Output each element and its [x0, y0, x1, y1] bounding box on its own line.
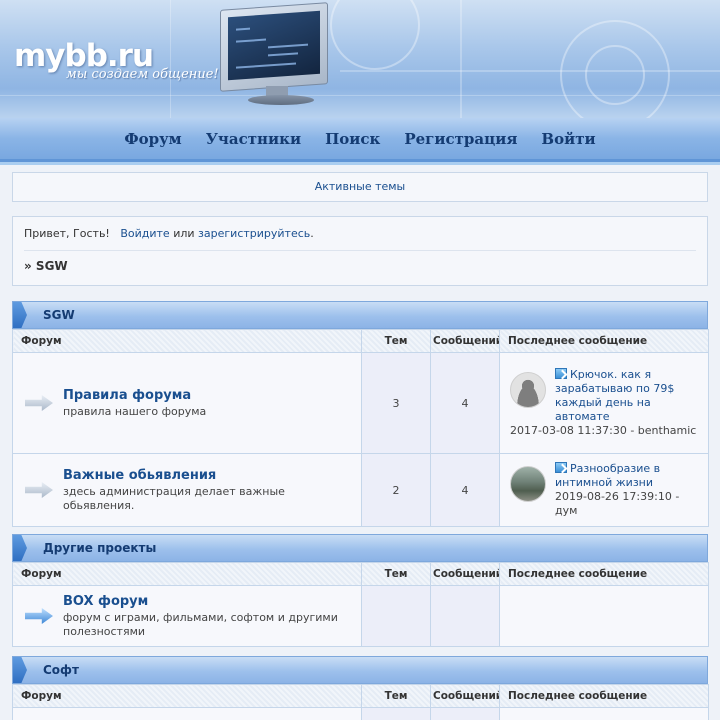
site-slogan: мы создаем общение!: [66, 67, 219, 82]
last-post-icon[interactable]: [555, 462, 567, 473]
monitor-illustration: [220, 2, 328, 92]
category-software: Софт Форум Тем Сообщений Последнее сообщ…: [12, 656, 709, 720]
forum-name-link[interactable]: BOX форум: [63, 594, 353, 609]
table-header-row: Форум Тем Сообщений Последнее сообщение: [12, 684, 709, 708]
topics-count: [361, 585, 431, 647]
category-sgw: SGW Форум Тем Сообщений Последнее сообще…: [12, 301, 709, 527]
forum-table: Форум Тем Сообщений Последнее сообщение …: [12, 329, 709, 527]
col-forum: Форум: [12, 684, 362, 708]
category-header: Другие проекты: [12, 534, 708, 562]
welcome-box: Привет, Гость! Войдите или зарегистрируй…: [12, 216, 708, 286]
forum-new-posts-icon: [23, 604, 55, 628]
category-header: Софт: [12, 656, 708, 684]
banner-decoration: [170, 0, 171, 118]
table-row: Важные обьявления здесь администрация де…: [12, 453, 709, 527]
category-header: SGW: [12, 301, 708, 329]
last-post-cell: [499, 707, 709, 720]
banner-decoration: [0, 95, 720, 96]
forum-description: форум с играми, фильмами, софтом и други…: [63, 610, 338, 638]
topics-count: [361, 707, 431, 720]
active-topics-link[interactable]: Активные темы: [315, 180, 406, 193]
forum-read-icon: [23, 478, 55, 502]
category-arrow-icon: [13, 302, 27, 328]
col-last-post: Последнее сообщение: [499, 562, 709, 586]
col-forum: Форум: [12, 562, 362, 586]
nav-members[interactable]: Участники: [194, 130, 313, 148]
forum-table: Форум Тем Сообщений Последнее сообщение …: [12, 562, 709, 647]
col-last-post: Последнее сообщение: [499, 684, 709, 708]
col-posts: Сообщений: [430, 329, 500, 353]
monitor-illustration: [248, 95, 314, 105]
posts-count: [430, 585, 500, 647]
col-last-post: Последнее сообщение: [499, 329, 709, 353]
divider: [24, 250, 696, 251]
last-post-link[interactable]: Крючок. как я зарабатываю по 79$ каждый …: [555, 368, 674, 423]
last-post-meta: 2019-08-26 17:39:10 - дум: [555, 490, 680, 517]
main-navigation: Форум Участники Поиск Регистрация Войти: [0, 118, 720, 165]
posts-count: 4: [430, 453, 500, 527]
table-header-row: Форум Тем Сообщений Последнее сообщение: [12, 562, 709, 586]
banner-decoration: [460, 0, 462, 118]
active-topics-bar: Активные темы: [12, 172, 708, 202]
table-header-row: Форум Тем Сообщений Последнее сообщение: [12, 329, 709, 353]
posts-count: [430, 707, 500, 720]
category-other-projects: Другие проекты Форум Тем Сообщений После…: [12, 534, 709, 647]
breadcrumb[interactable]: » SGW: [24, 259, 696, 273]
last-post-icon[interactable]: [555, 368, 567, 379]
register-link[interactable]: зарегистрируйтесь: [198, 227, 310, 240]
forum-name-link[interactable]: Важные обьявления: [63, 468, 353, 483]
forum-description: правила нашего форума: [63, 404, 207, 418]
last-post-link[interactable]: Разнообразие в интимной жизни: [555, 462, 660, 489]
period-text: .: [310, 227, 314, 240]
topics-count: 2: [361, 453, 431, 527]
category-title[interactable]: Софт: [43, 663, 79, 677]
topics-count: 3: [361, 352, 431, 454]
greeting-text: Привет, Гость!: [24, 227, 110, 240]
col-topics: Тем: [361, 329, 431, 353]
banner-decoration: [585, 45, 645, 105]
nav-register[interactable]: Регистрация: [392, 130, 529, 148]
table-row: [12, 707, 709, 720]
category-title[interactable]: Другие проекты: [43, 541, 156, 555]
forum-read-icon: [23, 391, 55, 415]
user-avatar[interactable]: [510, 372, 546, 408]
posts-count: 4: [430, 352, 500, 454]
col-forum: Форум: [12, 329, 362, 353]
table-row: Правила форума правила нашего форума 3 4…: [12, 352, 709, 454]
forum-description: здесь администрация делает важные обьявл…: [63, 484, 285, 512]
col-topics: Тем: [361, 684, 431, 708]
col-posts: Сообщений: [430, 562, 500, 586]
forum-table: Форум Тем Сообщений Последнее сообщение: [12, 684, 709, 720]
or-text: или: [173, 227, 195, 240]
nav-login[interactable]: Войти: [529, 130, 607, 148]
nav-search[interactable]: Поиск: [313, 130, 392, 148]
banner-decoration: [340, 70, 720, 72]
table-row: BOX форум форум с играми, фильмами, софт…: [12, 585, 709, 647]
forum-name-link[interactable]: Правила форума: [63, 388, 206, 403]
category-title[interactable]: SGW: [43, 308, 75, 322]
forum-cell: [12, 707, 362, 720]
category-arrow-icon: [13, 535, 27, 561]
last-post-cell: [499, 585, 709, 647]
user-avatar[interactable]: [510, 466, 546, 502]
nav-forum[interactable]: Форум: [112, 130, 193, 148]
header-banner: mybb.ru мы создаем общение!: [0, 0, 720, 118]
col-topics: Тем: [361, 562, 431, 586]
last-post-meta: 2017-03-08 11:37:30 - benthamic: [510, 424, 697, 437]
col-posts: Сообщений: [430, 684, 500, 708]
category-arrow-icon: [13, 657, 27, 683]
banner-decoration: [330, 0, 420, 70]
login-link[interactable]: Войдите: [120, 227, 169, 240]
